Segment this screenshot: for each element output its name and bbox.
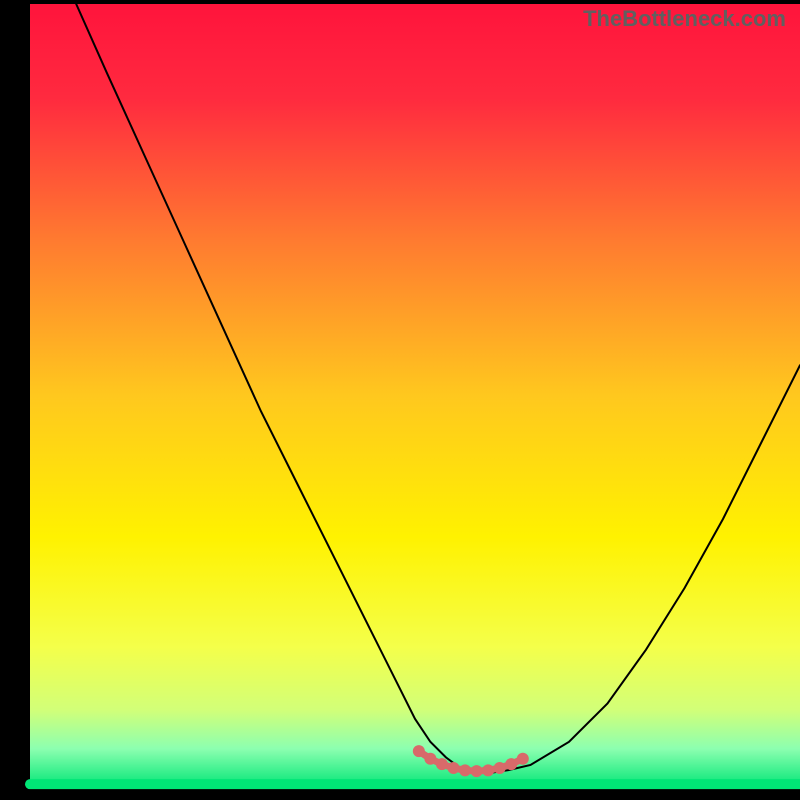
optimal-range-marker: [517, 753, 529, 765]
plot-background: [30, 4, 800, 788]
optimal-range-marker: [471, 765, 483, 777]
optimal-range-marker: [413, 745, 425, 757]
optimal-range-marker: [459, 764, 471, 776]
chart-svg: [0, 0, 800, 800]
bottleneck-chart: TheBottleneck.com: [0, 0, 800, 800]
watermark-text: TheBottleneck.com: [583, 6, 786, 32]
optimal-range-marker: [436, 758, 448, 770]
optimal-range-marker: [482, 764, 494, 776]
optimal-range-marker: [424, 753, 436, 765]
optimal-range-marker: [505, 758, 517, 770]
optimal-range-marker: [494, 762, 506, 774]
optimal-range-marker: [448, 762, 460, 774]
